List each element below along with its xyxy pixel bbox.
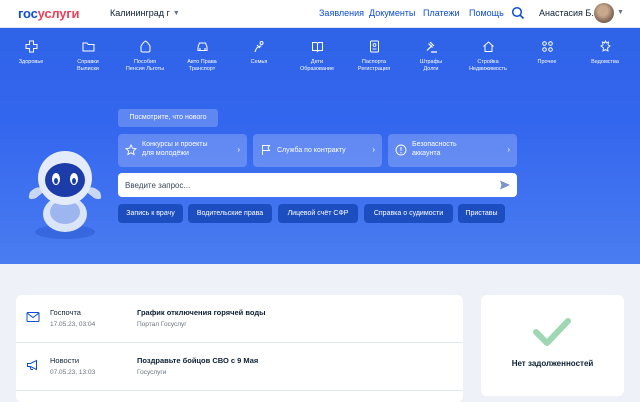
health-icon: [25, 40, 37, 53]
robot-mascot: [28, 151, 102, 239]
feed-title: График отключения горячей воды: [137, 308, 266, 317]
send-icon[interactable]: [499, 179, 511, 191]
category-other[interactable]: Прочее: [521, 38, 573, 66]
category-label: Справки Выписки: [77, 59, 99, 72]
main-search-input[interactable]: [118, 173, 478, 197]
city-selector[interactable]: Калининград г ▼: [110, 8, 180, 18]
car-icon: [197, 42, 207, 51]
category-label: Стройка Недвижимость: [469, 59, 507, 72]
logo-part-uslugi: услуги: [37, 6, 80, 21]
category-education[interactable]: Дети Образование: [291, 38, 343, 73]
chip-criminal-record[interactable]: Справка о судимости: [364, 204, 453, 223]
card-account-security[interactable]: Безопасность аккаунта ›: [388, 134, 517, 167]
category-label: Штрафы Долги: [419, 59, 443, 72]
top-header: госуслуги Калининград г ▼ Заявления Докум…: [0, 0, 640, 28]
feed-subtitle: Госуслуги: [137, 369, 167, 376]
chevron-down-icon: ▼: [172, 9, 180, 17]
category-label: Пособия Пенсия Льготы: [125, 59, 165, 72]
nav-payments[interactable]: Платежи: [423, 8, 460, 18]
card-text: Конкурсы и проекты для молодёжи: [142, 141, 208, 157]
chevron-right-icon: ›: [372, 145, 375, 154]
passport-icon: [369, 40, 379, 53]
feed-item[interactable]: Госпочта 17.05.23, 03:04 График отключен…: [16, 295, 463, 343]
chip-doctor-appointment[interactable]: Запись к врачу: [118, 204, 183, 223]
chevron-right-icon: ›: [237, 145, 240, 154]
chevron-down-icon[interactable]: ▼: [617, 9, 624, 16]
chip-driver-license[interactable]: Водительские права: [188, 204, 272, 223]
info-icon: [395, 144, 407, 156]
category-fines[interactable]: Штрафы Долги: [405, 38, 457, 73]
nav-help[interactable]: Помощь: [469, 8, 504, 18]
debt-status-card[interactable]: Нет задолженностей: [481, 295, 624, 396]
notifications-feed: Госпочта 17.05.23, 03:04 График отключен…: [16, 295, 463, 402]
feed-item[interactable]: Новости 07.05.23, 13:03 Поздравьте бойцо…: [16, 343, 463, 391]
grid-icon: [541, 41, 553, 52]
category-label: Авто Права Транспорт: [187, 59, 217, 72]
debt-status-text: Нет задолженностей: [511, 359, 594, 368]
card-youth-projects[interactable]: Конкурсы и проекты для молодёжи ›: [118, 134, 247, 167]
feed-title: Поздравьте бойцов СВО с 9 Мая: [137, 356, 259, 365]
feed-date: 17.05.23, 03:04: [50, 321, 96, 328]
category-departments[interactable]: Ведомства: [579, 38, 631, 66]
check-icon: [533, 318, 571, 346]
feed-source: Госпочта: [50, 308, 81, 317]
nav-documents[interactable]: Документы: [369, 8, 415, 18]
chip-bailiffs[interactable]: Приставы: [458, 204, 505, 223]
emblem-icon: [599, 40, 611, 52]
city-label: Калининград г: [110, 8, 170, 18]
category-label: Прочее: [537, 59, 557, 65]
search-icon[interactable]: [511, 6, 525, 20]
card-text: Безопасность аккаунта: [412, 141, 457, 157]
chevron-right-icon: ›: [507, 145, 510, 154]
book-icon: [311, 42, 323, 53]
whats-new-button[interactable]: Посмотрите, что нового: [118, 109, 218, 127]
logo-part-gos: гос: [18, 6, 38, 21]
avatar[interactable]: [594, 3, 614, 23]
category-label: Семья: [250, 59, 268, 65]
flag-icon: [262, 145, 271, 155]
card-contract-service[interactable]: Служба по контракту ›: [253, 134, 382, 167]
category-label: Дети Образование: [299, 59, 335, 72]
gavel-icon: [426, 41, 437, 53]
gosuslugi-logo[interactable]: госуслуги: [18, 6, 80, 21]
feed-source: Новости: [50, 356, 80, 365]
category-label: Здоровье: [18, 59, 44, 65]
nav-applications[interactable]: Заявления: [319, 8, 364, 18]
house-icon: [482, 41, 494, 52]
category-benefits[interactable]: Пособия Пенсия Льготы: [119, 38, 171, 73]
folder-icon: [82, 42, 94, 52]
category-certificates[interactable]: Справки Выписки: [62, 38, 114, 73]
family-icon: [254, 41, 263, 53]
category-realty[interactable]: Стройка Недвижимость: [462, 38, 514, 73]
hero-section: Здоровье Справки Выписки Пособия Пенсия …: [0, 28, 640, 264]
card-text: Служба по контракту: [277, 147, 346, 154]
main-search-box: [118, 173, 517, 197]
category-passports[interactable]: Паспорта Регистрация: [348, 38, 400, 73]
category-label: Паспорта Регистрация: [357, 59, 391, 72]
star-icon: [125, 144, 137, 156]
bag-icon: [140, 40, 150, 53]
feed-date: 07.05.23, 13:03: [50, 369, 96, 376]
category-label: Ведомства: [591, 59, 619, 65]
category-auto[interactable]: Авто Права Транспорт: [176, 38, 228, 73]
chip-sfr-account[interactable]: Лицевой счёт СФР: [278, 204, 358, 223]
user-name[interactable]: Анастасия Б.: [539, 8, 594, 18]
category-health[interactable]: Здоровье: [5, 38, 57, 66]
feed-subtitle: Портал Госуслуг: [137, 321, 187, 328]
category-family[interactable]: Семья: [233, 38, 285, 66]
megaphone-icon: [27, 359, 37, 371]
mail-icon: [26, 312, 40, 322]
